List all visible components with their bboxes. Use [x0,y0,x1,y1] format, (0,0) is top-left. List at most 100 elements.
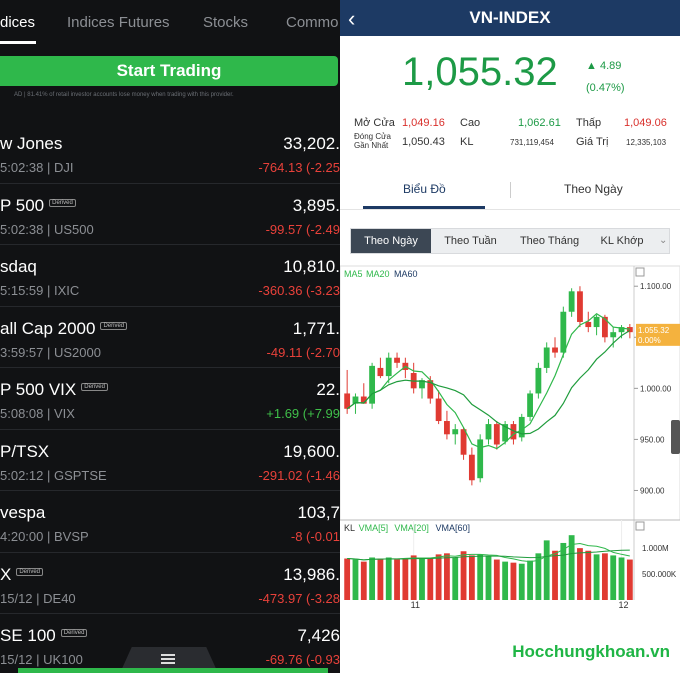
index-name: P 500 Derived [0,196,76,216]
candle-body [477,439,484,479]
index-row[interactable]: sdaq 5:15:59 | IXIC 10,810. -360.36 (-3.23 [0,245,340,307]
index-name-text: P 500 VIX [0,380,77,399]
volume-bar [468,555,475,600]
vma-legend-label: VMA[5] [359,523,389,533]
index-change: -473.97 (-3.28 [258,590,340,606]
segment-weekly[interactable]: Theo Tuần [431,229,510,253]
index-name: vespa [0,503,45,523]
price-pane-frame [340,265,680,521]
volume-bar [552,550,558,600]
candle-body [585,321,592,328]
chevron-down-icon[interactable]: ⌄ [659,235,667,246]
volume-bar [410,555,417,600]
candle-body [377,367,384,377]
candle-body [535,367,542,394]
index-change: ▲ 4.89 [586,60,621,72]
tab-daily[interactable]: Theo Ngày [564,182,623,196]
prev-close-value: 1,050.43 [402,136,445,148]
volume-bar [626,559,633,600]
candle-body [552,347,558,353]
volume-bar [593,554,600,600]
index-time-symbol: 5:15:59 | IXIC [0,283,80,298]
tab-indices-futures[interactable]: Indices Futures [67,14,170,31]
index-row[interactable]: P 500 VIX Derived 5:08:08 | VIX 22. +1.69 (+… [0,368,340,430]
tab-indices[interactable]: dices [0,14,35,31]
prev-close-label-line1: Đóng Cửa [354,132,391,141]
start-trading-button[interactable]: Start Trading [0,56,338,86]
index-name-text: all Cap 2000 [0,318,96,338]
candle-body [468,454,475,481]
y-tick-label: 1.000.00 [640,384,672,393]
candle-body [460,429,467,455]
ma20-line [346,329,631,435]
active-tab-indicator [0,41,36,44]
indices-tabs: dices Indices Futures Stocks Commo [0,0,340,44]
menu-icon[interactable] [161,654,175,664]
index-value: 33,202. [283,134,340,153]
index-row[interactable]: X Derived 15/12 | DE40 13,986. -473.97 (-3.2… [0,553,340,614]
index-row[interactable]: w Jones 5:02:38 | DJI 33,202. -764.13 (-2.2… [0,122,340,184]
index-name: P/TSX [0,442,49,462]
trade-value: 12,335,103 [626,138,667,147]
volume-bar [385,557,392,600]
tab-chart[interactable]: Biểu Đồ [403,182,446,196]
open-value: 1,049.16 [402,117,445,129]
volume-bar [493,559,500,600]
candle-body [435,398,442,422]
segment-monthly[interactable]: Theo Tháng [510,229,589,253]
tab-divider [510,182,511,198]
candle-body [344,393,351,409]
vnindex-panel: ‹ VN-INDEX 1,055.32 ▲ 4.89 (0.47%) Mở Cử… [340,0,680,673]
index-row[interactable]: vespa 4:20:00 | BVSP 103,7 -8 (-0.01 [0,491,340,553]
index-change: -69.76 (-0.93 [265,652,340,667]
candle-body [369,365,376,404]
tab-commodities[interactable]: Commo [286,14,339,31]
active-tab-underline [363,206,485,209]
volume-bar [485,556,492,600]
indices-panel: dices Indices Futures Stocks Commo Start… [0,0,340,673]
index-change: -360.36 (-3.23 [258,283,340,298]
index-row[interactable]: P 500 Derived 5:02:38 | US500 3,895. -99.57 … [0,184,340,245]
index-change: -764.13 (-2.25 [258,160,340,175]
candle-body [568,291,575,312]
price-chart[interactable]: MA5 MA20 MA60 KL VMA[5] VMA[20] VMA[60] 1.100.0… [340,258,680,610]
index-value: 103,7 [297,503,340,522]
volume-tick-label: 500.000K [642,570,677,579]
volume-bar [452,557,459,600]
index-time-symbol: 5:02:38 | DJI [0,160,74,175]
volume-bar [352,559,359,600]
index-value: 13,986. [283,564,340,584]
candle-body [560,311,567,353]
index-name: all Cap 2000 Derived [0,318,128,339]
high-label: Cao [460,117,481,129]
index-name-text: P/TSX [0,441,50,461]
index-value: 10,810. [283,257,340,276]
index-time-symbol: 4:20:00 | BVSP [0,529,89,544]
index-row[interactable]: all Cap 2000 Derived 3:59:57 | US2000 1,771… [0,307,340,368]
ma-legend-label: MA5 [344,269,363,279]
volume-bar [601,553,608,600]
x-tick-label: 12 [619,600,629,608]
derived-badge: Derived [81,383,108,391]
candle-body [444,421,450,435]
low-label: Thấp [576,117,602,129]
ad-disclaimer: AD | 81.41% of retail investor accounts … [14,92,234,98]
segment-matched-volume[interactable]: KL Khớp [589,229,655,253]
volume-bar [402,559,409,600]
index-value: 7,426 [297,626,340,645]
volume-tick-label: 1.000M [642,544,669,553]
volume-bar [427,557,434,600]
index-change: +1.69 (+7.99 [266,406,340,421]
volume-bar [444,553,450,600]
derived-badge: Derived [16,567,44,576]
volume-bar [419,558,425,600]
segment-daily[interactable]: Theo Ngày [351,229,431,253]
index-row[interactable]: P/TSX 5:02:12 | GSPTSE 19,600. -291.02 (-1.… [0,430,340,491]
volume-label: KL [460,136,474,148]
volume-bar [518,563,525,600]
bottom-bar [18,668,328,673]
index-change: -49.11 (-2.70 [266,344,340,360]
derived-badge: Derived [49,198,76,207]
y-tick-label: 900.00 [640,486,665,495]
tab-stocks[interactable]: Stocks [203,14,248,31]
